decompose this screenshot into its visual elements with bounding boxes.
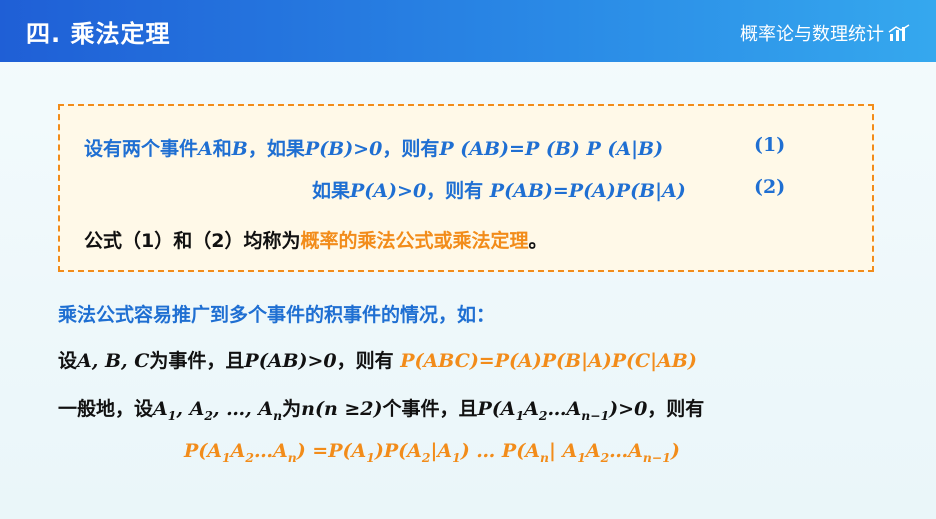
text: 。: [528, 230, 548, 252]
text: 设有两个事件: [84, 138, 199, 160]
text: 为事件，且: [149, 350, 245, 372]
events-sequence: A1, A2, …, An: [153, 398, 283, 423]
n-condition: n(n ≥2): [301, 398, 383, 420]
brand-logo: 概率论与数理统计: [740, 20, 910, 46]
highlight-term: 概率的乘法公式或乘法定理: [300, 230, 529, 252]
page-title: 四. 乘法定理: [26, 20, 171, 48]
text: ，则有: [336, 350, 401, 372]
text: 如果: [312, 180, 351, 202]
general-condition: P(A1A2…An−1)>0: [477, 398, 648, 423]
theorem-note: 公式（1）和（2）均称为概率的乘法公式或乘法定理。: [84, 226, 547, 253]
formula-three-events: P(ABC)=P(A)P(B|A)P(C|AB): [400, 350, 697, 372]
text: 设: [58, 350, 78, 372]
theorem-line-1: 设有两个事件A和B，如果P(B)>0，则有P (AB)=P (B) P (A|B…: [84, 134, 785, 161]
text: ，则有: [382, 138, 440, 160]
header-bar: 四. 乘法定理 概率论与数理统计: [0, 0, 936, 62]
event-a: A: [198, 138, 213, 160]
condition: P(AB)>0: [244, 350, 337, 372]
events: A, B, C: [77, 350, 150, 372]
text: ，如果: [247, 138, 305, 160]
generalization-intro: 乘法公式容易推广到多个事件的积事件的情况，如：: [58, 304, 496, 326]
general-statement: 一般地，设A1, A2, …, An为n(n ≥2)个事件，且P(A1A2…An…: [58, 394, 704, 423]
text: ，则有: [647, 398, 705, 420]
brand-text: 概率论与数理统计: [740, 24, 884, 45]
theorem-box: 设有两个事件A和B，如果P(B)>0，则有P (AB)=P (B) P (A|B…: [58, 104, 874, 272]
text: 为: [282, 398, 302, 420]
text: 一般地，设: [58, 398, 154, 420]
condition: P(A)>0: [350, 180, 427, 202]
theorem-line-2: 如果P(A)>0，则有 P(AB)=P(A)P(B|A) (2): [312, 176, 785, 203]
general-formula: P(A1A2…An) =P(A1)P(A2|A1) … P(An| A1A2…A…: [184, 440, 680, 465]
example-line: 设A, B, C为事件，且P(AB)>0，则有 P(ABC)=P(A)P(B|A…: [58, 346, 697, 373]
text: 公式（1）和（2）均称为: [84, 230, 301, 252]
text: 个事件，且: [382, 398, 478, 420]
text: ，则有: [426, 180, 490, 202]
condition: P(B)>0: [304, 138, 383, 160]
event-b: B: [231, 138, 248, 160]
formula-2: P(AB)=P(A)P(B|A): [489, 180, 686, 202]
text: 和: [212, 138, 232, 160]
equation-number-2: (2): [754, 176, 786, 198]
bar-chart-icon: [888, 24, 910, 41]
equation-number-1: (1): [754, 134, 786, 156]
formula-1: P (AB)=P (B) P (A|B): [439, 138, 664, 160]
